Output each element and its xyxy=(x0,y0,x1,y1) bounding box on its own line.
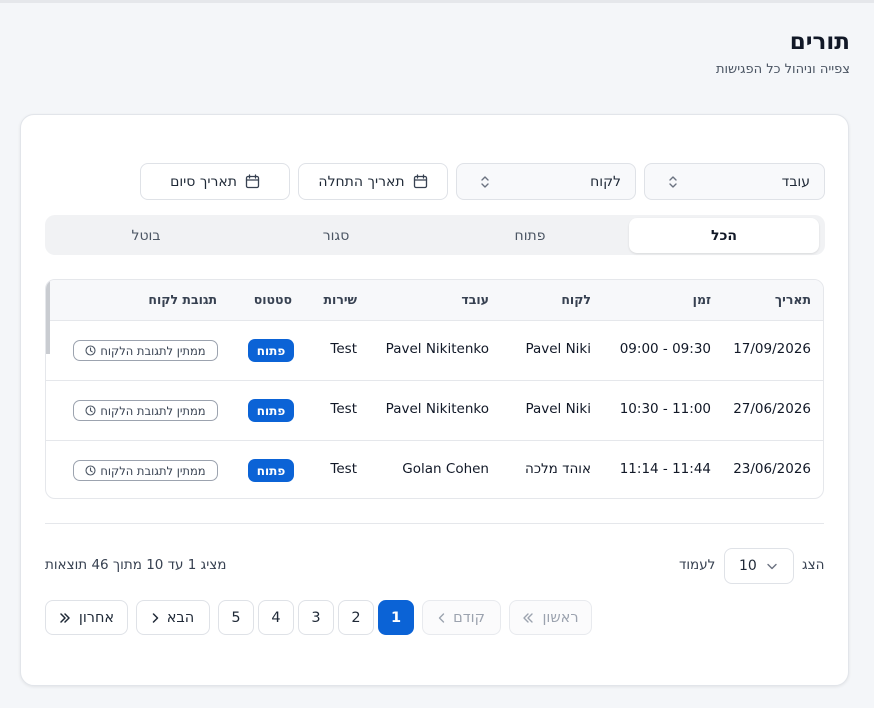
show-label: הצג xyxy=(802,557,825,573)
calendar-icon xyxy=(413,174,428,189)
previous-page-label: קודם xyxy=(453,609,485,626)
tab-closed[interactable]: סגור xyxy=(241,218,431,253)
response-text: ממתין לתגובת הלקוח xyxy=(100,403,206,418)
start-date-label: תאריך התחלה xyxy=(318,173,405,190)
page-button-3[interactable]: 3 xyxy=(298,600,334,635)
start-date-button[interactable]: תאריך התחלה xyxy=(298,163,448,200)
chevron-right-icon xyxy=(152,612,159,623)
row-service: Test xyxy=(330,341,357,357)
table-row[interactable]: 17/09/2026 09:30 - 09:00 Pavel Niki Pave… xyxy=(46,321,823,381)
page-title: תורים xyxy=(789,29,850,55)
chevron-left-icon xyxy=(438,612,445,623)
last-page-label: אחרון xyxy=(78,609,115,626)
status-badge: פתוח xyxy=(248,339,294,362)
horizontal-scrollbar[interactable] xyxy=(46,280,50,354)
customer-filter-label: לקוח xyxy=(590,173,621,190)
column-date[interactable]: תאריך xyxy=(775,292,811,307)
chevron-updown-icon xyxy=(667,173,679,191)
column-customer[interactable]: לקוח xyxy=(561,292,591,307)
response-badge: ממתין לתגובת הלקוח xyxy=(73,400,218,421)
clock-icon xyxy=(85,345,96,356)
top-border xyxy=(0,0,874,3)
column-customer-response[interactable]: תגובת לקוח xyxy=(148,292,217,307)
double-chevron-right-icon xyxy=(59,612,71,623)
tab-cancelled[interactable]: בוטל xyxy=(51,218,241,253)
page-button-2[interactable]: 2 xyxy=(338,600,374,635)
row-customer: אוהד מלכה xyxy=(525,461,591,477)
appointments-table: תאריך זמן לקוח עובד שירות סטטוס תגובת לק… xyxy=(45,279,824,499)
row-date: 17/09/2026 xyxy=(733,341,811,357)
response-badge: ממתין לתגובת הלקוח xyxy=(73,460,218,481)
column-employee[interactable]: עובד xyxy=(461,292,489,307)
clock-icon xyxy=(85,405,96,416)
row-time: 11:44 - 11:14 xyxy=(619,461,711,477)
tab-all[interactable]: הכל xyxy=(629,218,819,253)
first-page-button[interactable]: ראשון xyxy=(509,600,592,635)
chevron-down-icon xyxy=(767,563,777,570)
row-time: 11:00 - 10:30 xyxy=(619,401,711,417)
row-time: 09:30 - 09:00 xyxy=(619,341,711,357)
page-subtitle: צפייה וניהול כל הפגישות xyxy=(715,62,850,77)
tab-open[interactable]: פתוח xyxy=(435,218,625,253)
response-badge: ממתין לתגובת הלקוח xyxy=(73,340,218,361)
customer-filter-select[interactable]: לקוח xyxy=(456,163,636,200)
column-status[interactable]: סטטוס xyxy=(254,292,292,307)
results-summary: מציג 1 עד 10 מתוך 46 תוצאות xyxy=(45,557,227,573)
row-employee: Pavel Nikitenko xyxy=(385,401,489,417)
response-text: ממתין לתגובת הלקוח xyxy=(100,343,206,358)
status-badge: פתוח xyxy=(248,459,294,482)
per-page-value: 10 xyxy=(739,558,757,574)
row-date: 23/06/2026 xyxy=(733,461,811,477)
appointments-card: עובד לקוח תאריך התחלה תאריך סיום הכל פתו… xyxy=(20,114,849,686)
end-date-label: תאריך סיום xyxy=(170,173,237,190)
per-page-select[interactable]: 10 xyxy=(724,548,794,584)
double-chevron-left-icon xyxy=(522,612,534,623)
employee-filter-label: עובד xyxy=(781,173,810,190)
next-page-button[interactable]: הבא xyxy=(136,600,210,635)
table-row[interactable]: 27/06/2026 11:00 - 10:30 Pavel Niki Pave… xyxy=(46,381,823,441)
response-text: ממתין לתגובת הלקוח xyxy=(100,463,206,478)
row-employee: Golan Cohen xyxy=(402,461,489,477)
row-service: Test xyxy=(330,461,357,477)
per-page-label: לעמוד xyxy=(679,557,716,573)
end-date-button[interactable]: תאריך סיום xyxy=(140,163,290,200)
previous-page-button[interactable]: קודם xyxy=(422,600,501,635)
clock-icon xyxy=(85,465,96,476)
column-time[interactable]: זמן xyxy=(693,292,711,307)
table-header: תאריך זמן לקוח עובד שירות סטטוס תגובת לק… xyxy=(46,280,823,321)
divider xyxy=(45,523,824,524)
column-service[interactable]: שירות xyxy=(323,292,357,307)
row-date: 27/06/2026 xyxy=(733,401,811,417)
page-header: תורים צפייה וניהול כל הפגישות xyxy=(716,28,850,77)
row-customer: Pavel Niki xyxy=(525,401,591,417)
employee-filter-select[interactable]: עובד xyxy=(644,163,825,200)
last-page-button[interactable]: אחרון xyxy=(45,600,128,635)
next-page-label: הבא xyxy=(166,609,195,626)
page-button-1[interactable]: 1 xyxy=(378,600,414,635)
status-tabs: הכל פתוח סגור בוטל xyxy=(45,215,825,255)
chevron-updown-icon xyxy=(479,173,491,191)
calendar-icon xyxy=(245,174,260,189)
row-employee: Pavel Nikitenko xyxy=(385,341,489,357)
row-customer: Pavel Niki xyxy=(525,341,591,357)
table-row[interactable]: 23/06/2026 11:44 - 11:14 אוהד מלכה Golan… xyxy=(46,441,823,498)
status-badge: פתוח xyxy=(248,399,294,422)
row-service: Test xyxy=(330,401,357,417)
page-button-5[interactable]: 5 xyxy=(218,600,254,635)
page-button-4[interactable]: 4 xyxy=(258,600,294,635)
first-page-label: ראשון xyxy=(542,609,579,626)
